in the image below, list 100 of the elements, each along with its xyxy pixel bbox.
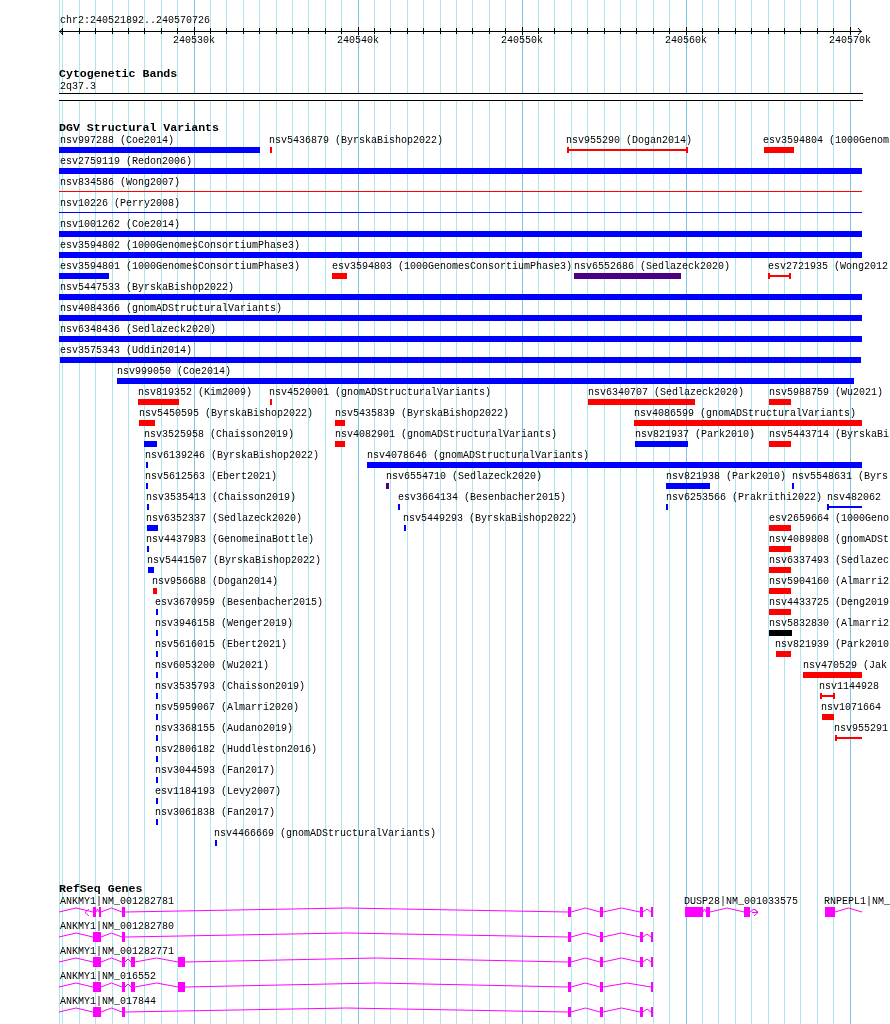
variant-span[interactable]: [835, 735, 862, 741]
cytoband-label: 2q37.3: [60, 81, 96, 92]
variant-label: nsv1001262 (Coe2014): [60, 219, 181, 230]
gene-label: ANKMY1|NM_001282771: [60, 946, 175, 957]
ruler-tick-label: 240560k: [665, 35, 707, 46]
variant-bar[interactable]: [574, 273, 681, 279]
variant-label: esv3594804 (1000Genom: [763, 135, 890, 146]
variant-label: nsv5443714 (ByrskaBi: [769, 429, 890, 440]
ruler-location: chr2:240521892..240570726: [60, 15, 211, 26]
variant-label: nsv5435839 (ByrskaBishop2022): [335, 408, 510, 419]
variant-bar[interactable]: [153, 588, 157, 594]
variant-bar[interactable]: [666, 483, 710, 489]
variant-label: nsv5959067 (Almarri2020): [155, 702, 300, 713]
variant-bar[interactable]: [588, 399, 695, 405]
variant-label: esv3594802 (1000GenomesConsortiumPhase3): [60, 240, 301, 251]
variant-bar[interactable]: [769, 441, 791, 447]
variant-bar[interactable]: [769, 567, 791, 573]
variant-label: nsv3044593 (Fan2017): [155, 765, 276, 776]
variant-span[interactable]: [768, 273, 791, 279]
variant-label: nsv955291: [834, 723, 888, 734]
variant-bar[interactable]: [148, 567, 154, 573]
variant-label: nsv5441507 (ByrskaBishop2022): [147, 555, 322, 566]
variant-bar[interactable]: [635, 441, 688, 447]
variant-bar[interactable]: [769, 525, 791, 531]
variant-bar[interactable]: [764, 147, 794, 153]
variant-label: nsv5450595 (ByrskaBishop2022): [139, 408, 314, 419]
gene-model[interactable]: [59, 957, 654, 967]
gene-model[interactable]: [59, 982, 654, 992]
variant-label: esv2659664 (1000Geno: [769, 513, 890, 524]
variant-bar[interactable]: [634, 420, 862, 426]
variant-bar[interactable]: [60, 357, 861, 363]
variant-bar[interactable]: [769, 630, 792, 636]
gene-model[interactable]: [59, 907, 654, 917]
variant-bar[interactable]: [144, 441, 157, 447]
variant-bar[interactable]: [335, 420, 345, 426]
variant-bar[interactable]: [59, 336, 862, 342]
variant-label: nsv4466669 (gnomADStructuralVariants): [214, 828, 437, 839]
variant-bar[interactable]: [59, 294, 862, 300]
variant-bar[interactable]: [59, 315, 862, 321]
gene-label: ANKMY1|NM_016552: [60, 971, 156, 982]
variant-bar[interactable]: [117, 378, 854, 384]
variant-label: nsv482062: [827, 492, 881, 503]
track-title: Cytogenetic Bands: [59, 67, 178, 80]
variant-bar[interactable]: [59, 273, 109, 279]
variant-label: esv2759119 (Redon2006): [60, 156, 193, 167]
ruler-tick-label: 240540k: [337, 35, 379, 46]
variant-bar[interactable]: [147, 525, 158, 531]
gene-model[interactable]: [825, 907, 863, 917]
variant-bar[interactable]: [138, 399, 179, 405]
ruler-tick-label: 240570k: [829, 35, 871, 46]
variant-bar[interactable]: [769, 609, 791, 615]
variant-bar[interactable]: [59, 168, 862, 174]
variant-label: nsv999050 (Coe2014): [117, 366, 232, 377]
variant-bar[interactable]: [335, 441, 345, 447]
gene-label: RNPEPL1|NM_: [824, 896, 890, 907]
variant-label: nsv5449293 (ByrskaBishop2022): [403, 513, 578, 524]
variant-label: nsv5904160 (Almarri2: [769, 576, 890, 587]
variant-label: nsv6337493 (Sedlazec: [769, 555, 890, 566]
variant-bar[interactable]: [332, 273, 347, 279]
variant-label: nsv6352337 (Sedlazeck2020): [146, 513, 303, 524]
variant-label: nsv4082901 (gnomADStructuralVariants): [335, 429, 558, 440]
variant-label: nsv3525958 (Chaisson2019): [144, 429, 295, 440]
variant-bar[interactable]: [139, 420, 155, 426]
variant-label: nsv997288 (Coe2014): [60, 135, 175, 146]
gene-model[interactable]: [59, 1007, 654, 1017]
variant-bar[interactable]: [776, 651, 791, 657]
variant-bar[interactable]: [367, 462, 862, 468]
variant-label: nsv3535413 (Chaisson2019): [146, 492, 297, 503]
variant-label: nsv5612563 (Ebert2021): [145, 471, 278, 482]
variant-span[interactable]: [567, 147, 688, 153]
variant-label: nsv5832830 (Almarri2: [769, 618, 890, 629]
variant-label: nsv5616015 (Ebert2021): [155, 639, 288, 650]
variant-span[interactable]: [820, 693, 835, 699]
variant-label: nsv834586 (Wong2007): [60, 177, 181, 188]
gene-model[interactable]: [59, 932, 654, 942]
variant-label: nsv956688 (Dogan2014): [152, 576, 279, 587]
variant-bar[interactable]: [59, 147, 260, 153]
variant-bar[interactable]: [386, 483, 389, 489]
variant-bar[interactable]: [59, 231, 862, 237]
variant-span[interactable]: [827, 504, 862, 510]
variant-label: nsv4086599 (gnomADStructuralVariants): [634, 408, 857, 419]
variant-bar[interactable]: [769, 588, 791, 594]
variant-line[interactable]: [59, 212, 862, 213]
variant-label: esv3594801 (1000GenomesConsortiumPhase3): [60, 261, 301, 272]
variant-label: nsv821938 (Park2010): [666, 471, 787, 482]
variant-bar[interactable]: [803, 672, 862, 678]
variant-label: nsv6340707 (Sedlazeck2020): [588, 387, 745, 398]
variant-bar[interactable]: [59, 252, 862, 258]
variant-bar[interactable]: [822, 714, 834, 720]
gene-label: DUSP28|NM_001033575: [684, 896, 799, 907]
variant-bar[interactable]: [769, 399, 791, 405]
variant-label: nsv821937 (Park2010): [635, 429, 756, 440]
variant-label: esv3594803 (1000GenomesConsortiumPhase3): [332, 261, 573, 272]
variant-label: nsv3061838 (Fan2017): [155, 807, 276, 818]
variant-line[interactable]: [59, 191, 862, 192]
variant-label: esv2721935 (Wong2012: [768, 261, 889, 272]
variant-label: esv1184193 (Levy2007): [155, 786, 282, 797]
variant-label: nsv6253566 (Prakrithi2022): [666, 492, 823, 503]
variant-bar[interactable]: [769, 546, 791, 552]
variant-label: nsv10226 (Perry2008): [60, 198, 181, 209]
